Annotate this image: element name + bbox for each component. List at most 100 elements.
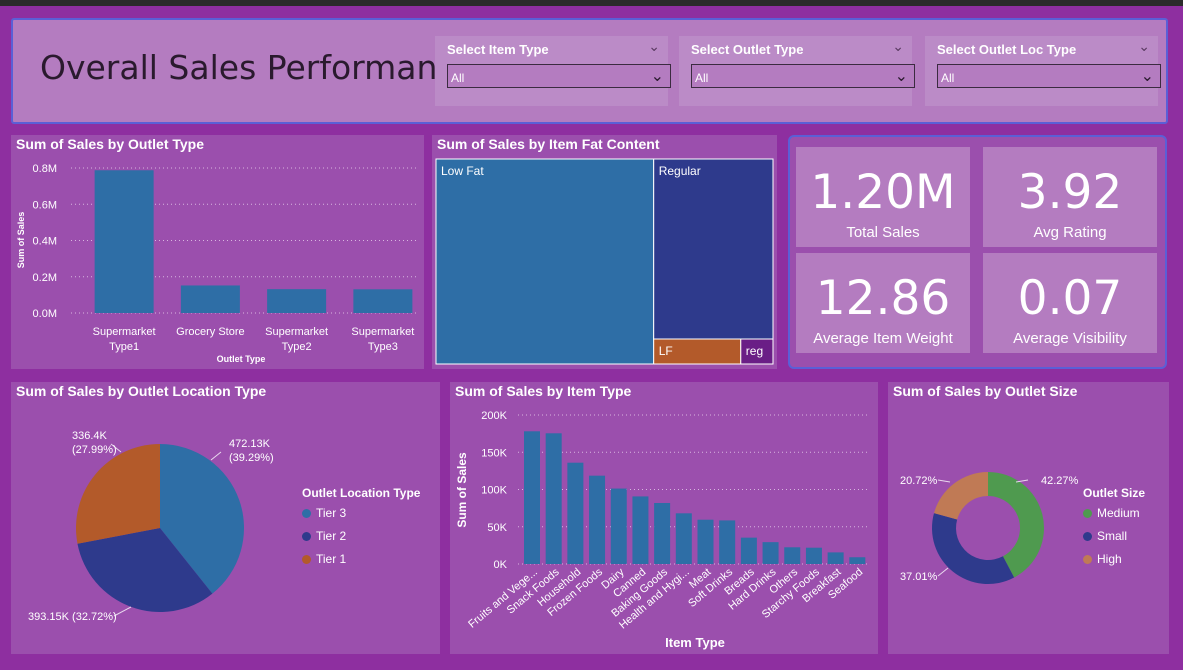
location-type-pie-chart[interactable]: 472.13K (39.29%) 393.15K (32.72%) 336.4K (27… (11, 382, 440, 654)
kpi-value: 12.86 (815, 271, 951, 326)
slicer-item-type[interactable]: Select Item Type ⌄ All ⌄ (435, 36, 671, 106)
x-tick-label: Supermarket Type1 (93, 326, 156, 353)
y-tick-label: 0.6M (33, 199, 57, 211)
legend-item-medium[interactable]: Medium (1083, 506, 1140, 520)
legend-swatch (302, 532, 311, 542)
bar-breakfast (827, 552, 844, 564)
kpi-card-avg-visibility: 0.07 Average Visibility (983, 253, 1157, 353)
treemap-tile-regular (653, 158, 774, 340)
kpi-value: 1.20M (810, 165, 956, 220)
legend-title: Outlet Location Type (302, 486, 421, 500)
y-tick-label: 0.0M (33, 308, 57, 320)
legend-item-small[interactable]: Small (1083, 529, 1127, 543)
chevron-down-icon[interactable]: ⌄ (648, 38, 660, 55)
location-type-chart-panel[interactable]: Sum of Sales by Outlet Location Type 472… (11, 382, 440, 654)
legend-item-high[interactable]: High (1083, 552, 1122, 566)
bar-starchy-foods (805, 547, 822, 564)
legend-swatch (302, 509, 311, 519)
kpi-label: Avg Rating (1033, 224, 1107, 241)
header-panel: Overall Sales Performance Select Item Ty… (11, 18, 1168, 124)
legend-swatch (1083, 532, 1092, 542)
y-axis-title: Sum of Sales (16, 212, 26, 269)
fat-content-chart-panel[interactable]: Sum of Sales by Item Fat Content Low Fat… (432, 135, 777, 369)
kpi-label: Total Sales (846, 224, 920, 241)
data-label-line: (27.99%) (72, 444, 117, 456)
bar-household (567, 462, 584, 564)
kpi-card-avg-item-weight: 12.86 Average Item Weight (796, 253, 970, 353)
x-tick-label-line: Type1 (109, 341, 139, 353)
y-tick-label: 0.2M (33, 272, 57, 284)
legend-swatch (302, 555, 311, 565)
slicer-label: Select Item Type (447, 42, 549, 57)
dropdown-value: All (941, 71, 955, 85)
bar-hard-drinks (762, 542, 779, 564)
data-label: 37.01% (900, 571, 938, 583)
x-axis-title: Item Type (665, 635, 725, 650)
donut-slice-high (934, 472, 988, 520)
y-tick-label: 0.4M (33, 236, 57, 248)
leader-line (937, 567, 949, 577)
data-label: 393.15K (32.72%) (28, 611, 117, 623)
y-tick-label: 0K (494, 559, 508, 571)
bar-breads (740, 537, 757, 564)
bar-supermarket-type1 (94, 170, 154, 313)
donut-slice-small (932, 513, 1015, 584)
outlet-type-dropdown[interactable]: All ⌄ (691, 64, 915, 88)
x-tick-label-line: Supermarket (265, 326, 328, 338)
bar-frozen-foods (589, 475, 606, 564)
data-label-line: 393.15K (32.72%) (28, 611, 117, 623)
fat-content-treemap[interactable]: Low Fat Regular LF reg (432, 135, 777, 369)
kpi-card-avg-rating: 3.92 Avg Rating (983, 147, 1157, 247)
kpi-value: 0.07 (1017, 271, 1123, 326)
legend-label: High (1097, 552, 1122, 566)
item-type-chart-panel[interactable]: Sum of Sales by Item Type 0K 50K 100K 150K 2… (450, 382, 878, 654)
caret-down-icon[interactable]: ⌄ (651, 66, 664, 86)
item-type-bar-chart[interactable]: 0K50K100K150K200KFruits and Vege...Snack… (450, 382, 878, 654)
legend-item-tier-2[interactable]: Tier 2 (302, 529, 346, 543)
treemap-label: LF (659, 344, 673, 358)
caret-down-icon[interactable]: ⌄ (1141, 66, 1154, 86)
legend-swatch (1083, 555, 1092, 565)
x-axis-title: Outlet Type (217, 354, 266, 364)
kpi-label: Average Item Weight (813, 330, 953, 347)
outlet-size-chart-panel[interactable]: Sum of Sales by Outlet Size 42.27% 37.01%… (888, 382, 1169, 654)
legend-label: Tier 3 (316, 506, 347, 520)
x-tick-label-line: Supermarket (93, 326, 156, 338)
chevron-down-icon[interactable]: ⌄ (892, 38, 904, 55)
x-tick-label-line: Supermarket (351, 326, 414, 338)
data-label: 20.72% (900, 475, 938, 487)
data-label: 472.13K (39.29%) (229, 438, 274, 464)
x-tick-label-line: Grocery Store (176, 326, 244, 338)
kpi-value: 3.92 (1017, 165, 1123, 220)
bar-baking-goods (654, 502, 671, 564)
y-tick-label: 0.8M (33, 163, 57, 175)
x-tick-label-line: Type2 (282, 341, 312, 353)
pie-slice-tier-1 (76, 444, 160, 544)
bar-others (784, 547, 801, 564)
outlet-loc-type-dropdown[interactable]: All ⌄ (937, 64, 1161, 88)
legend-label: Medium (1097, 506, 1140, 520)
legend-label: Tier 1 (316, 552, 347, 566)
bar-supermarket-type3 (353, 289, 413, 313)
outlet-type-chart-panel[interactable]: Sum of Sales by Outlet Type 0.0M 0.2M 0.4M… (11, 135, 424, 369)
kpi-panel: 1.20M Total Sales 3.92 Avg Rating 12.86 … (788, 135, 1167, 369)
x-tick-label: Grocery Store (176, 326, 244, 338)
legend-item-tier-3[interactable]: Tier 3 (302, 506, 346, 520)
legend-item-tier-1[interactable]: Tier 1 (302, 552, 346, 566)
bar-snack-foods (545, 433, 562, 564)
treemap-label: Regular (659, 164, 701, 178)
slicer-outlet-type[interactable]: Select Outlet Type ⌄ All ⌄ (679, 36, 915, 106)
y-axis-title: Sum of Sales (455, 452, 469, 528)
treemap-tile-low-fat (435, 158, 655, 365)
dropdown-value: All (695, 71, 709, 85)
item-type-dropdown[interactable]: All ⌄ (447, 64, 671, 88)
caret-down-icon[interactable]: ⌄ (895, 66, 908, 86)
bar-seafood (849, 557, 866, 564)
data-label: 42.27% (1041, 475, 1079, 487)
outlet-type-bar-chart[interactable]: 0.0M 0.2M 0.4M 0.6M 0.8M Supermarket Type1 Groc… (11, 135, 424, 369)
bar-fruits-and-vege (524, 431, 540, 564)
bar-grocery-store (180, 285, 240, 313)
window-top-bar (0, 0, 1183, 6)
chevron-down-icon[interactable]: ⌄ (1138, 38, 1150, 55)
slicer-outlet-loc-type[interactable]: Select Outlet Loc Type ⌄ All ⌄ (925, 36, 1161, 106)
